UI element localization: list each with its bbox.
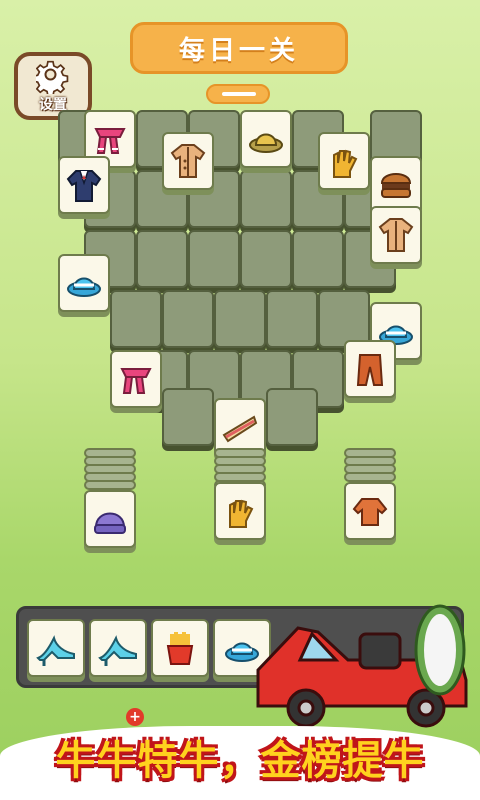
high-heel-icon [98,635,137,666]
beanie-icon [94,512,126,534]
scarf-icon [120,368,152,394]
tile-covered [214,290,266,348]
red-car-icon [256,604,468,728]
tile-covered [162,290,214,348]
glove-icon [333,149,358,178]
tile-coat[interactable] [162,132,214,190]
tray-item [89,619,147,677]
tile-suit[interactable] [58,156,110,214]
tile-scarf[interactable] [110,350,162,408]
slogan-text: 牛牛特牛，金榜提牛 [55,738,425,784]
tile-sweater[interactable] [344,482,396,540]
pants-icon [356,354,384,386]
high-heel-icon [36,635,75,666]
tile-covered [240,230,292,288]
tray-item [27,619,85,677]
tile-covered [136,230,188,288]
burger-icon [380,173,412,198]
tile-coat[interactable] [370,206,422,264]
tile-hat[interactable] [58,254,110,312]
coat-icon [378,218,414,252]
hat-icon [249,133,283,153]
tile-hat[interactable] [240,110,292,168]
tile-pants[interactable] [344,340,396,398]
tile-beanie[interactable] [84,490,136,548]
tile-glove[interactable] [318,132,370,190]
plus-icon: + [126,708,144,726]
coat-icon [170,144,206,178]
glove-icon [229,499,254,528]
tile-covered [266,388,318,446]
scarf-icon [94,128,126,154]
tile-covered [188,230,240,288]
tile-covered [292,230,344,288]
fries-icon [166,632,194,665]
tile-covered [110,290,162,348]
suit-icon [66,170,102,202]
tile-glove[interactable] [214,482,266,540]
tray-item [151,619,209,677]
tile-covered [162,388,214,446]
tile-covered [240,170,292,228]
sandwich-icon [222,415,258,443]
hat-icon [67,277,101,297]
tile-covered [266,290,318,348]
sweater-icon [352,498,388,526]
